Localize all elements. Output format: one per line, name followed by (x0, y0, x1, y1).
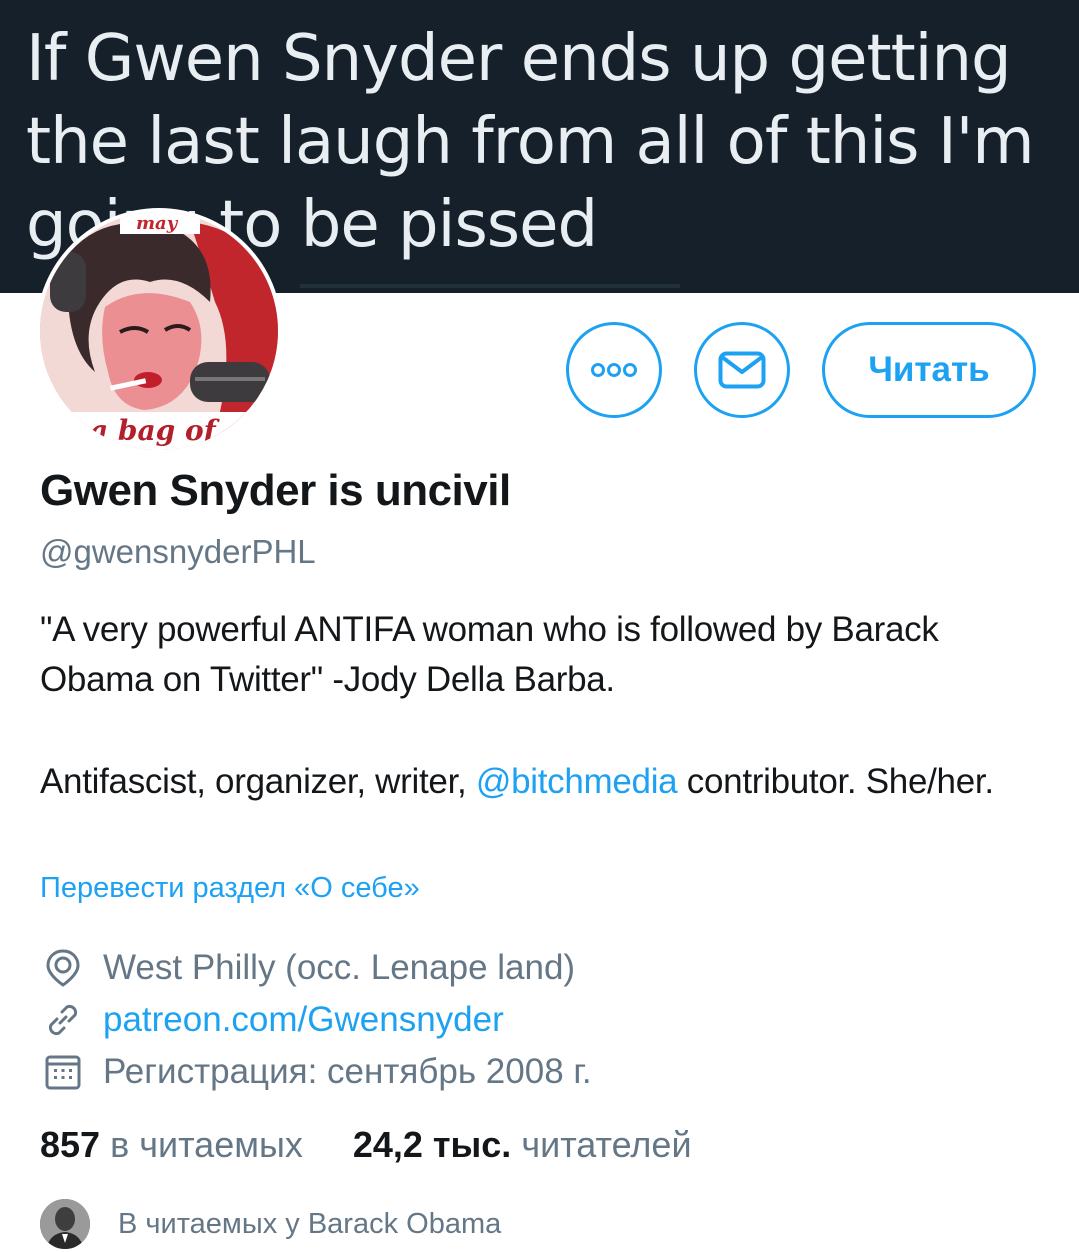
following-count: 857 (40, 1124, 101, 1165)
following-label: в читаемых (110, 1124, 303, 1165)
bio-text-before-mention: Antifascist, organizer, writer, (40, 762, 476, 801)
profile-join-date: Регистрация: сентябрь 2008 г. (40, 1048, 592, 1096)
followed-by-row[interactable]: В читаемых у Barack Obama (40, 1198, 501, 1250)
followers-label: читателей (521, 1124, 692, 1165)
profile-handle: @gwensnyderPHL (40, 533, 316, 570)
followed-by-text: В читаемых у Barack Obama (118, 1207, 502, 1240)
avatar-illustration: may a bag of (40, 212, 278, 450)
profile-avatar[interactable]: may a bag of (36, 208, 282, 454)
location-icon (40, 945, 86, 991)
mail-icon (718, 351, 766, 389)
bio-quote: "A very powerful ANTIFA woman who is fol… (40, 610, 939, 699)
followers-stat[interactable]: 24,2 тыс. читателей (353, 1124, 692, 1166)
bio-text-after-mention: contributor. She/her. (677, 762, 994, 801)
avatar-caption-bottom: a bag of (90, 414, 221, 447)
profile-page: If Gwen Snyder ends up getting the last … (0, 0, 1079, 1252)
translate-bio-link[interactable]: Перевести раздел «О себе» (40, 872, 420, 905)
join-date-text: Регистрация: сентябрь 2008 г. (103, 1052, 592, 1091)
profile-website[interactable]: patreon.com/Gwensnyder (40, 996, 504, 1044)
follow-button[interactable]: Читать (822, 322, 1036, 418)
calendar-icon (40, 1049, 86, 1095)
followers-count: 24,2 тыс. (352, 1124, 512, 1165)
more-icon (591, 363, 637, 377)
profile-location: West Philly (occ. Lenape land) (40, 944, 575, 992)
more-options-button[interactable] (566, 322, 662, 418)
direct-message-button[interactable] (694, 322, 790, 418)
profile-bio: "A very powerful ANTIFA woman who is fol… (40, 605, 1050, 807)
bio-description: Antifascist, organizer, writer, @bitchme… (40, 757, 1050, 807)
avatar-caption-top: may (136, 213, 179, 234)
profile-stats: 857 в читаемых 24,2 тыс. читателей (40, 1124, 692, 1166)
avatar-image: may a bag of (40, 212, 278, 450)
follower-avatar (40, 1199, 90, 1249)
following-stat[interactable]: 857 в читаемых (40, 1124, 303, 1166)
location-text: West Philly (occ. Lenape land) (103, 948, 576, 987)
profile-display-name: Gwen Snyder is uncivil (40, 466, 511, 515)
bio-mention-link[interactable]: @bitchmedia (476, 762, 678, 801)
banner-divider (300, 284, 680, 288)
website-link[interactable]: patreon.com/Gwensnyder (103, 1000, 504, 1040)
link-icon (40, 997, 86, 1043)
